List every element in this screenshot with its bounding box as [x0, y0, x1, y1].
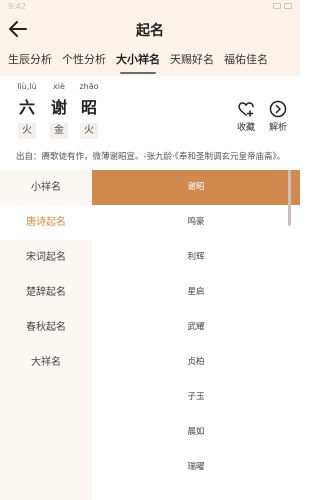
- page-title: 起名: [136, 23, 164, 39]
- status-bar: 9:42: [0, 0, 300, 14]
- tab-birth-analysis[interactable]: 生辰分析: [8, 50, 52, 70]
- signal-icon: [273, 3, 281, 9]
- category-item[interactable]: 小祥名: [0, 170, 92, 205]
- name-list-item[interactable]: 利辉: [92, 240, 300, 275]
- heart-plus-icon: [237, 100, 255, 118]
- tab-personality-analysis[interactable]: 个性分析: [62, 50, 106, 70]
- char-element-badge: 金: [50, 123, 68, 139]
- name-char: liù,lù 六 火: [12, 82, 42, 139]
- name-list: 谢昭 鸣豪 利辉 星启 武耀 贞柏 子玉 晨如 瑞曜: [92, 170, 300, 500]
- category-item[interactable]: 唐诗起名: [0, 205, 92, 240]
- tab-blessed-names[interactable]: 福佑佳名: [224, 50, 268, 70]
- name-list-item[interactable]: 武耀: [92, 310, 300, 345]
- char-pinyin: zhāo: [79, 82, 99, 91]
- name-list-item[interactable]: 鸣豪: [92, 205, 300, 240]
- tab-bar: 生辰分析 个性分析 大小祥名 天赐好名 福佑佳名: [0, 48, 300, 74]
- category-item[interactable]: 楚辞起名: [0, 275, 92, 310]
- char-pinyin: xiè: [53, 82, 65, 91]
- name-list-item[interactable]: 谢昭: [92, 170, 300, 205]
- chevron-circle-icon: [269, 100, 287, 118]
- analyze-label: 解析: [268, 123, 287, 133]
- category-sidebar: 小祥名 唐诗起名 宋词起名 楚辞起名 春秋起名 大祥名: [0, 170, 92, 500]
- name-list-item[interactable]: 晨如: [92, 415, 300, 450]
- analyze-button[interactable]: 解析: [263, 100, 293, 133]
- name-list-item[interactable]: 子玉: [92, 380, 300, 415]
- char-element-badge: 火: [80, 123, 98, 139]
- name-char: xiè 谢 金: [44, 82, 74, 139]
- status-time: 9:42: [8, 2, 26, 11]
- category-item[interactable]: 宋词起名: [0, 240, 92, 275]
- name-list-item[interactable]: 星启: [92, 275, 300, 310]
- status-icons: [273, 3, 292, 9]
- list-scrollbar[interactable]: [288, 170, 291, 226]
- tab-heaven-names[interactable]: 天赐好名: [170, 50, 214, 70]
- category-item[interactable]: 春秋起名: [0, 310, 92, 345]
- name-char: zhāo 昭 火: [74, 82, 104, 139]
- category-item[interactable]: 大祥名: [0, 345, 92, 380]
- favorite-button[interactable]: 收藏: [231, 100, 261, 133]
- char-han: 昭: [80, 98, 97, 117]
- char-pinyin: liù,lù: [17, 82, 37, 91]
- favorite-label: 收藏: [236, 123, 255, 133]
- name-list-item[interactable]: 瑞曜: [92, 450, 300, 485]
- char-han: 六: [18, 98, 35, 117]
- char-han: 谢: [50, 98, 67, 117]
- battery-icon: [284, 3, 292, 9]
- tab-auspicious-names[interactable]: 大小祥名: [116, 50, 160, 74]
- name-source: 出自：赓歌徒有作，微薄谢昭宣。-张九龄·《奉和圣制调玄元皇帝庙斋》。: [16, 152, 286, 162]
- char-element-badge: 火: [18, 123, 36, 139]
- name-list-item[interactable]: 贞柏: [92, 345, 300, 380]
